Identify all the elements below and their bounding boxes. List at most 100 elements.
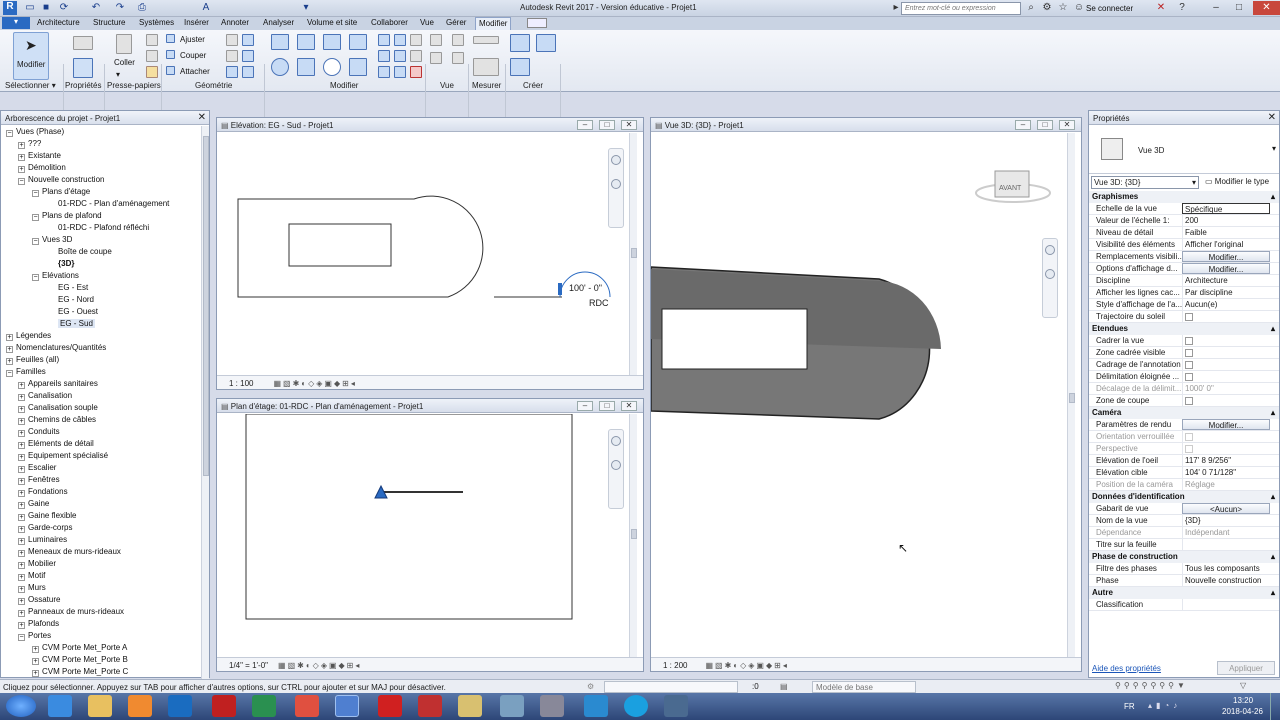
attacher-icon[interactable] (166, 66, 175, 75)
tab-inserer[interactable]: Insérer (184, 18, 209, 27)
view-3d-canvas[interactable] (651, 133, 1066, 658)
mirror-axis-icon[interactable] (323, 34, 341, 50)
create-parts-icon[interactable] (536, 34, 556, 52)
paste-dropdown-icon[interactable]: ▾ (116, 70, 126, 79)
navigation-bar[interactable] (1042, 238, 1058, 318)
app-icon[interactable] (458, 695, 482, 717)
prop-row[interactable]: Zone cadrée visible (1089, 347, 1279, 359)
tree-item[interactable]: + Escalier (18, 463, 56, 473)
design-options-icon[interactable]: ▤ (780, 682, 788, 691)
ribbon-toggle-icon[interactable] (527, 18, 547, 28)
revit-taskbar-icon[interactable] (335, 695, 359, 717)
tree-item[interactable]: EG - Ouest (58, 307, 98, 316)
navigation-bar[interactable] (608, 429, 624, 509)
modify-button[interactable]: Modifier... (1182, 419, 1270, 430)
create-group-icon[interactable] (510, 58, 530, 76)
tree-item[interactable]: − Portes (18, 631, 51, 641)
minimize-button[interactable]: – (1205, 1, 1227, 15)
close-view-button[interactable]: ✕ (621, 401, 637, 411)
prop-row[interactable]: Elévation cible 104' 0 71/128" (1089, 467, 1279, 479)
clock-time[interactable]: 13:20 (1233, 696, 1253, 705)
geometry-icon-3[interactable] (226, 50, 238, 62)
tree-item[interactable]: + Conduits (18, 427, 60, 437)
help-search-input[interactable]: Entrez mot-clé ou expression (901, 2, 1021, 15)
exchange-icon[interactable]: ✕ (1155, 2, 1167, 14)
user-icon[interactable]: ☺ (1073, 2, 1085, 14)
tree-item[interactable]: + Existante (18, 151, 61, 161)
prop-row[interactable]: Délimitation éloignée ... (1089, 371, 1279, 383)
delete-icon[interactable] (410, 66, 422, 78)
checkbox[interactable] (1185, 361, 1193, 369)
tree-item[interactable]: + Plafonds (18, 619, 59, 629)
checkbox[interactable] (1185, 313, 1193, 321)
properties-help-link[interactable]: Aide des propriétés (1092, 664, 1161, 673)
tree-item[interactable]: + Chemins de câbles (18, 415, 96, 425)
prop-value[interactable]: Aucun(e) (1182, 299, 1270, 310)
close-view-button[interactable]: ✕ (621, 120, 637, 130)
text-icon[interactable]: A (200, 2, 212, 14)
print-icon[interactable]: ⎙ (136, 2, 148, 14)
properties-icon[interactable] (73, 58, 93, 78)
level-name-label[interactable]: RDC (589, 298, 609, 308)
clock-date[interactable]: 2018-04-26 (1222, 707, 1263, 716)
open-icon[interactable]: ▭ (24, 2, 36, 14)
tree-item[interactable]: + CVM Porte Met_Porte A (32, 643, 127, 653)
steering-wheel-icon[interactable] (611, 436, 621, 446)
split-gap-icon[interactable] (394, 34, 406, 46)
clipboard-icon[interactable] (116, 34, 132, 54)
match-type-icon[interactable] (146, 66, 158, 78)
app-icon[interactable] (540, 695, 564, 717)
tree-item[interactable]: + Gaine flexible (18, 511, 76, 521)
outlook-icon[interactable] (168, 695, 192, 717)
prop-row[interactable]: Filtre des phases Tous les composants (1089, 563, 1279, 575)
scroll-thumb[interactable] (631, 529, 637, 539)
tree-item[interactable]: + Motif (18, 571, 45, 581)
prop-row[interactable]: Paramètres de rendu Modifier... (1089, 419, 1279, 431)
prop-row[interactable]: Gabarit de vue <Aucun> (1089, 503, 1279, 515)
paint-icon[interactable] (226, 66, 238, 78)
scale-icon[interactable] (394, 50, 406, 62)
tree-item[interactable]: +??? (18, 139, 41, 149)
view-3d-scale[interactable]: 1 : 200 (663, 661, 687, 670)
dimension-icon[interactable] (473, 58, 499, 76)
tab-gerer[interactable]: Gérer (446, 18, 466, 27)
elevation-canvas[interactable] (217, 133, 645, 377)
prop-row[interactable]: Options d'affichage d... Modifier... (1089, 263, 1279, 275)
section-etendues[interactable]: Etendues ▴ (1089, 323, 1279, 335)
pin-icon[interactable] (410, 34, 422, 46)
view-3d-vscroll[interactable] (1067, 133, 1075, 658)
scroll-thumb[interactable] (631, 248, 637, 258)
tree-item[interactable]: + Canalisation (18, 391, 72, 401)
qat-dropdown-icon[interactable]: ▾ (300, 2, 312, 14)
modify-button[interactable]: Modifier... (1182, 251, 1270, 262)
couper-label[interactable]: Couper (180, 51, 206, 60)
copy-element-icon[interactable] (297, 58, 315, 76)
move-icon[interactable] (271, 58, 289, 76)
tree-item[interactable]: + Gaine (18, 499, 49, 509)
tree-item[interactable]: + CVM Porte Met_Porte B (32, 655, 128, 665)
minimize-view-button[interactable]: – (1015, 120, 1031, 130)
copy-icon[interactable] (146, 50, 158, 62)
linework-icon[interactable] (430, 52, 442, 64)
dwg-icon[interactable] (252, 695, 276, 717)
chevron-down-icon[interactable]: ▾ (1272, 144, 1276, 153)
app-icon[interactable] (378, 695, 402, 717)
prop-value[interactable]: Architecture (1182, 275, 1270, 286)
prop-value[interactable] (1182, 599, 1270, 610)
prop-row[interactable]: Valeur de l'échelle 1: 200 (1089, 215, 1279, 227)
app-icon[interactable] (584, 695, 608, 717)
tab-volume-et-site[interactable]: Volume et site (307, 18, 357, 27)
tree-item[interactable]: + Fenêtres (18, 475, 60, 485)
geometry-icon-2[interactable] (242, 34, 254, 46)
scroll-thumb[interactable] (203, 136, 209, 476)
tree-item[interactable]: + Fondations (18, 487, 68, 497)
app-icon[interactable] (295, 695, 319, 717)
view-control-icons[interactable]: ▦▧✱◐◇◈▣◆⊞◂ (273, 379, 356, 388)
app-icon[interactable] (418, 695, 442, 717)
prop-row[interactable]: Cadrer la vue (1089, 335, 1279, 347)
app-icon[interactable] (664, 695, 688, 717)
rotate-icon[interactable] (323, 58, 341, 76)
elevation-vscroll[interactable] (629, 133, 637, 376)
prop-value[interactable]: Spécifique (1182, 203, 1270, 214)
tree-item[interactable]: − Familles (6, 367, 46, 377)
